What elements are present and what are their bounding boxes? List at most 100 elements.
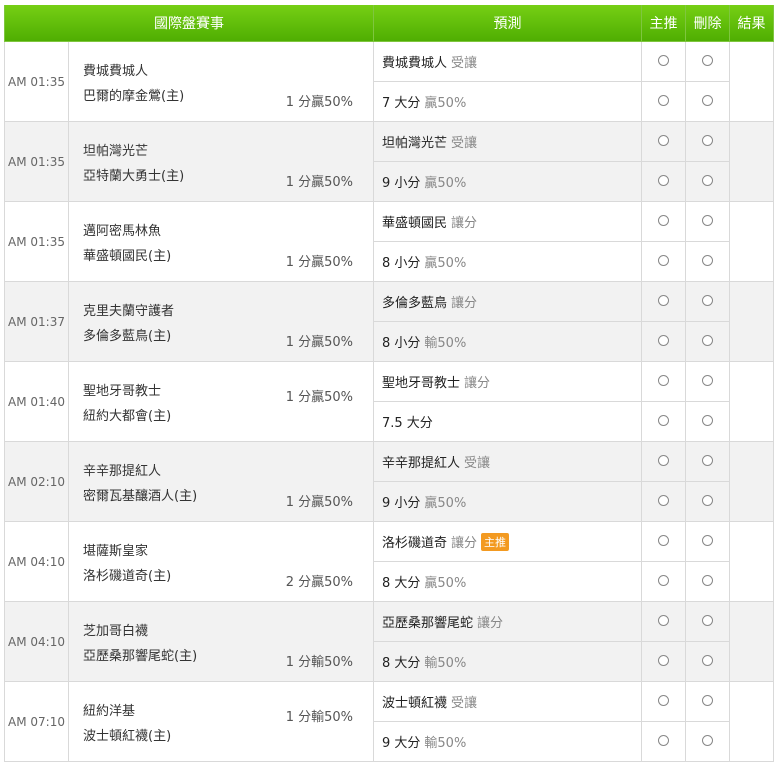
result-cell — [729, 121, 774, 202]
header-delete: 刪除 — [685, 5, 730, 42]
delete-cell — [685, 201, 730, 242]
result-cell — [729, 601, 774, 682]
main-pick-radio[interactable] — [658, 54, 669, 66]
home-team: 亞歷桑那響尾蛇(主) — [83, 649, 198, 664]
home-team: 波士頓紅襪(主) — [83, 729, 172, 744]
main-pick-cell — [641, 441, 686, 482]
delete-radio[interactable] — [702, 94, 713, 106]
main-pick-radio[interactable] — [658, 94, 669, 106]
matchup-cell: 紐約洋基 波士頓紅襪(主) 1 分輸50% — [68, 681, 374, 762]
main-pick-cell — [641, 321, 686, 362]
result-cell — [729, 41, 774, 122]
main-pick-radio[interactable] — [658, 254, 669, 266]
prediction-note: 受讓 — [464, 456, 491, 471]
delete-radio[interactable] — [702, 374, 713, 386]
delete-radio[interactable] — [702, 174, 713, 186]
handicap-result: 1 分贏50% — [285, 95, 353, 110]
game-time: AM 01:35 — [4, 201, 69, 282]
prediction-spread: 辛辛那提紅人 受讓 — [373, 441, 642, 482]
delete-radio[interactable] — [702, 574, 713, 586]
main-pick-radio[interactable] — [658, 374, 669, 386]
main-pick-radio[interactable] — [658, 534, 669, 546]
delete-radio[interactable] — [702, 654, 713, 666]
game-row-main: AM 01:40 聖地牙哥教士 紐約大都會(主) 1 分贏50% 聖地牙哥教士 讓分 — [4, 361, 774, 442]
main-pick-cell — [641, 81, 686, 122]
delete-cell — [685, 401, 730, 442]
away-team: 芝加哥白襪 — [83, 624, 149, 639]
main-pick-radio[interactable] — [658, 614, 669, 626]
prediction-total-note: 贏50% — [424, 176, 467, 191]
result-cell — [729, 521, 774, 602]
prediction-pick: 波士頓紅襪 — [382, 696, 448, 711]
prediction-total-pick: 9 小分 — [382, 176, 421, 191]
delete-cell — [685, 361, 730, 402]
delete-radio[interactable] — [702, 614, 713, 626]
predictions-table: 國際盤賽事 預測 主推 刪除 結果 AM 01:35 費城費城人 巴爾的摩金鶯(主)… — [4, 5, 774, 762]
delete-cell — [685, 681, 730, 722]
delete-radio[interactable] — [702, 294, 713, 306]
home-team: 巴爾的摩金鶯(主) — [83, 89, 185, 104]
delete-radio[interactable] — [702, 694, 713, 706]
prediction-note: 讓分 — [451, 536, 478, 551]
main-pick-radio[interactable] — [658, 734, 669, 746]
delete-radio[interactable] — [702, 734, 713, 746]
main-pick-radio[interactable] — [658, 654, 669, 666]
away-team: 辛辛那提紅人 — [83, 464, 162, 479]
prediction-pick: 洛杉磯道奇 — [382, 536, 448, 551]
delete-radio[interactable] — [702, 134, 713, 146]
main-pick-radio[interactable] — [658, 334, 669, 346]
prediction-total: 8 小分 輸50% — [373, 321, 642, 362]
main-pick-cell — [641, 401, 686, 442]
main-pick-radio[interactable] — [658, 694, 669, 706]
handicap-result: 1 分贏50% — [285, 255, 353, 270]
home-team: 密爾瓦基釀酒人(主) — [83, 489, 198, 504]
matchup-cell: 堪薩斯皇家 洛杉磯道奇(主) 2 分贏50% — [68, 521, 374, 602]
prediction-total-note: 贏50% — [424, 256, 467, 271]
main-pick-radio[interactable] — [658, 494, 669, 506]
prediction-note: 讓分 — [477, 616, 504, 631]
main-pick-radio[interactable] — [658, 414, 669, 426]
prediction-total-pick: 9 大分 — [382, 736, 421, 751]
away-team: 聖地牙哥教士 — [83, 384, 162, 399]
prediction-total: 9 小分 贏50% — [373, 481, 642, 522]
away-team: 坦帕灣光芒 — [83, 144, 149, 159]
handicap-result: 1 分贏50% — [285, 495, 353, 510]
delete-cell — [685, 481, 730, 522]
main-pick-radio[interactable] — [658, 574, 669, 586]
delete-cell — [685, 721, 730, 762]
delete-cell — [685, 601, 730, 642]
prediction-total: 8 小分 贏50% — [373, 241, 642, 282]
prediction-total: 7 大分 贏50% — [373, 81, 642, 122]
main-pick-radio[interactable] — [658, 454, 669, 466]
delete-cell — [685, 281, 730, 322]
delete-radio[interactable] — [702, 254, 713, 266]
delete-radio[interactable] — [702, 334, 713, 346]
prediction-note: 受讓 — [451, 56, 478, 71]
matchup-cell: 辛辛那提紅人密爾瓦基釀酒人(主) 1 分贏50% — [68, 441, 374, 522]
main-pick-radio[interactable] — [658, 134, 669, 146]
main-pick-radio[interactable] — [658, 294, 669, 306]
away-team: 邁阿密馬林魚 — [83, 224, 162, 239]
prediction-total-pick: 8 小分 — [382, 336, 421, 351]
home-team: 亞特蘭大勇士(主) — [83, 169, 185, 184]
delete-cell — [685, 561, 730, 602]
prediction-spread: 亞歷桑那響尾蛇 讓分 — [373, 601, 642, 642]
prediction-total-note: 贏50% — [424, 96, 467, 111]
away-team: 費城費城人 — [83, 64, 149, 79]
delete-radio[interactable] — [702, 494, 713, 506]
delete-radio[interactable] — [702, 214, 713, 226]
home-team: 多倫多藍鳥(主) — [83, 329, 172, 344]
delete-radio[interactable] — [702, 454, 713, 466]
main-pick-radio[interactable] — [658, 174, 669, 186]
main-pick-cell — [641, 561, 686, 602]
game-time: AM 04:10 — [4, 521, 69, 602]
delete-radio[interactable] — [702, 54, 713, 66]
main-pick-radio[interactable] — [658, 214, 669, 226]
main-pick-cell — [641, 601, 686, 642]
handicap-result: 1 分輸50% — [285, 655, 353, 670]
prediction-total-note: 輸50% — [424, 736, 467, 751]
delete-radio[interactable] — [702, 534, 713, 546]
delete-radio[interactable] — [702, 414, 713, 426]
delete-cell — [685, 121, 730, 162]
result-cell — [729, 281, 774, 362]
